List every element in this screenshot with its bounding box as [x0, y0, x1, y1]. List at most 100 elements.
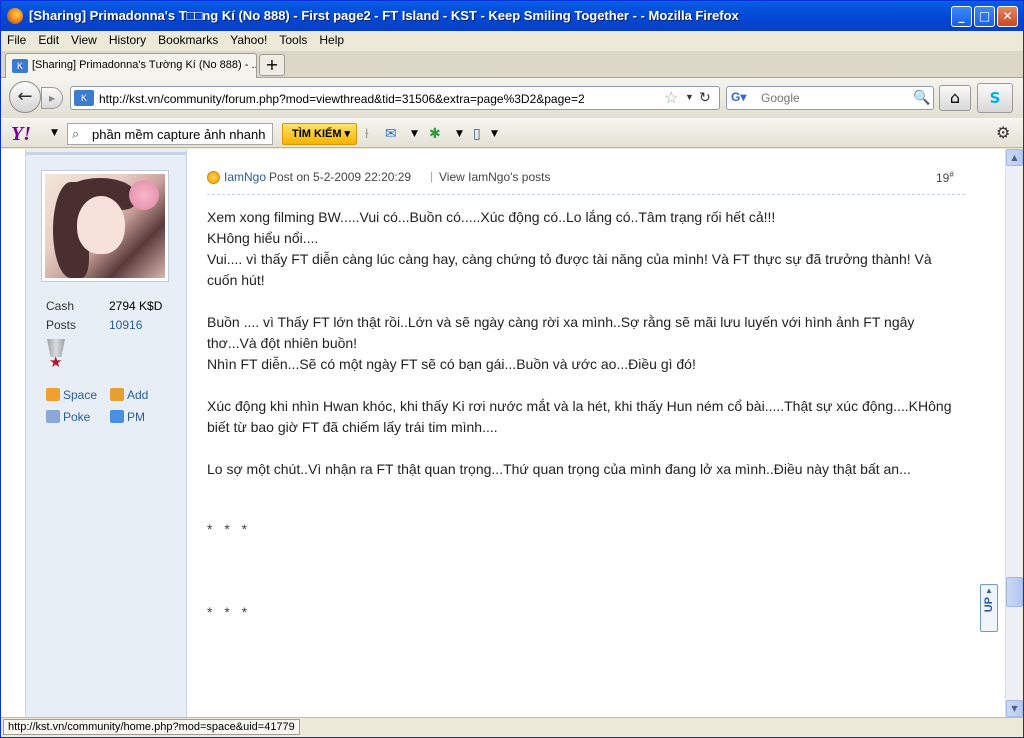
user-sidebar: Cash 2794 K$D Posts 10916 ★ Space Add Po…	[26, 149, 187, 717]
minimize-button[interactable]: _	[951, 6, 972, 27]
floor-mark: #	[949, 170, 954, 179]
add-friend-link[interactable]: Add	[110, 388, 148, 402]
up-arrow-icon: ▲	[985, 586, 993, 595]
skype-button[interactable]: S	[977, 83, 1013, 113]
yahoo-search-icon: ⌕	[72, 126, 80, 141]
space-label: Space	[63, 388, 98, 402]
mail-dropdown-icon[interactable]: ▼	[411, 124, 418, 144]
menu-bookmarks[interactable]: Bookmarks	[152, 31, 224, 47]
separator-stars-2: * * *	[207, 604, 252, 620]
menu-help[interactable]: Help	[313, 31, 350, 47]
post-line: KHông hiểu nổi....	[207, 230, 319, 246]
yahoo-toolbar: Y! ▼ ⌕ TÌM KIẾM ▾ ⟊ ✉ ▼ ✱ ▼ ▯ ▼ ⚙	[1, 118, 1023, 148]
sidebar-top-border	[26, 152, 187, 155]
reload-icon[interactable]: ↻	[699, 89, 711, 106]
tab-active[interactable]: K [Sharing] Primadonna's Tường Kí (No 88…	[5, 53, 257, 78]
menu-yahoo[interactable]: Yahoo!	[224, 31, 273, 47]
yahoo-search-button[interactable]: TÌM KIẾM ▾	[282, 123, 357, 145]
status-bar: http://kst.vn/community/home.php?mod=spa…	[1, 717, 1023, 737]
new-tab-button[interactable]: +	[259, 54, 285, 76]
address-url: http://kst.vn/community/forum.php?mod=vi…	[99, 92, 585, 106]
post-line: Xem xong filming BW.....Vui có...Buồn có…	[207, 209, 776, 225]
bookmark-star-icon[interactable]: ☆	[664, 88, 678, 108]
maximize-button[interactable]: □	[974, 6, 995, 27]
post-header: IamNgo Post on 5-2-2009 22:20:29 | View …	[207, 169, 965, 195]
vertical-scrollbar[interactable]: ▲ ▼	[1005, 149, 1023, 717]
scrollbar-thumb[interactable]	[1006, 577, 1023, 607]
site-identity-icon[interactable]: K	[74, 90, 94, 106]
browser-window: [Sharing] Primadonna's T□□ng Kí (No 888)…	[0, 0, 1024, 738]
search-bar[interactable]: G▾ 🔍	[726, 86, 934, 110]
page-content: Cash 2794 K$D Posts 10916 ★ Space Add Po…	[1, 149, 1005, 717]
home-button[interactable]: ⌂	[939, 85, 971, 111]
stat-posts-value[interactable]: 10916	[109, 318, 142, 332]
yahoo-search-box[interactable]: ⌕	[67, 123, 273, 145]
apps-dropdown-icon[interactable]: ▼	[456, 124, 463, 144]
stat-cash-label: Cash	[46, 299, 75, 313]
post-author-link[interactable]: IamNgo	[224, 170, 266, 184]
post-line: Nhìn FT diễn...Sẽ có một ngày FT sẽ có b…	[207, 356, 696, 372]
yahoo-search-button-label: TÌM KIẾM	[292, 128, 342, 140]
header-separator: |	[430, 169, 434, 183]
add-friend-icon	[110, 388, 124, 401]
menu-edit[interactable]: Edit	[32, 31, 65, 47]
title-bar: [Sharing] Primadonna's T□□ng Kí (No 888)…	[1, 1, 1023, 31]
poke-link[interactable]: Poke	[46, 410, 90, 424]
menu-history[interactable]: History	[103, 31, 152, 47]
status-url: http://kst.vn/community/home.php?mod=spa…	[3, 719, 300, 735]
site-favicon-icon: K	[12, 59, 28, 73]
up-label: UP	[983, 597, 995, 613]
bookmarks-dropdown-icon[interactable]: ▼	[491, 124, 498, 144]
yahoo-logo[interactable]: Y!	[11, 123, 31, 146]
post-line: Vui.... vì thấy FT diễn càng lúc càng ha…	[207, 251, 932, 288]
medal-icon: ★	[45, 339, 67, 373]
close-button[interactable]: ✕	[997, 6, 1018, 27]
mail-icon[interactable]: ✉	[385, 124, 397, 144]
pm-link[interactable]: PM	[110, 410, 145, 424]
post-line: Xúc động khi nhìn Hwan khóc, khi thấy Ki…	[207, 398, 952, 435]
poke-label: Poke	[63, 410, 91, 424]
apps-icon[interactable]: ✱	[429, 124, 441, 144]
scroll-up-arrow-icon[interactable]: ▲	[1006, 149, 1023, 166]
view-author-posts-link[interactable]: View IamNgo's posts	[439, 170, 550, 184]
google-engine-icon[interactable]: G▾	[731, 90, 749, 106]
stat-cash-value: 2794 K$D	[109, 299, 163, 313]
tab-label: [Sharing] Primadonna's Tường Kí (No 888)…	[32, 59, 257, 71]
avatar[interactable]	[41, 170, 169, 282]
pm-label: PM	[127, 410, 145, 424]
yahoo-menu-dropdown-icon[interactable]: ▼	[51, 128, 58, 138]
menu-bar: File Edit View History Bookmarks Yahoo! Tools H…	[1, 31, 1023, 51]
post-timestamp: Post on 5-2-2009 22:20:29	[269, 170, 412, 184]
menu-view[interactable]: View	[65, 31, 103, 47]
tab-bar: K [Sharing] Primadonna's Tường Kí (No 88…	[1, 51, 1023, 78]
yahoo-search-input[interactable]	[92, 127, 270, 142]
menu-tools[interactable]: Tools	[273, 31, 313, 47]
post-line: Lo sợ một chút..Vì nhận ra FT thật quan …	[207, 461, 911, 477]
menu-file[interactable]: File	[1, 31, 32, 47]
history-dropdown-icon[interactable]: ▼	[685, 92, 694, 102]
search-icon[interactable]: 🔍	[913, 89, 930, 106]
search-input[interactable]	[761, 91, 911, 105]
envelope-icon	[110, 410, 124, 423]
stat-posts-label: Posts	[46, 318, 77, 332]
flower-icon	[129, 180, 159, 210]
add-label: Add	[127, 388, 149, 402]
page-left-margin	[1, 149, 26, 717]
post-message: Xem xong filming BW.....Vui có...Buồn có…	[207, 207, 959, 480]
forward-button[interactable]: ▸	[41, 87, 63, 109]
post-floor-number[interactable]: 19#	[936, 170, 954, 185]
gear-icon[interactable]: ⚙	[996, 123, 1010, 142]
back-to-top-button[interactable]: ▲ UP	[980, 584, 998, 632]
firefox-icon	[7, 8, 23, 24]
back-button[interactable]: ←	[9, 81, 41, 113]
bookmarks-icon[interactable]: ▯	[473, 124, 481, 144]
floor-number: 19	[936, 171, 950, 185]
toolbar-separator-icon: ⟊	[365, 126, 369, 142]
space-link[interactable]: Space	[46, 388, 97, 402]
address-bar[interactable]: K http://kst.vn/community/forum.php?mod=…	[70, 86, 720, 110]
window-title: [Sharing] Primadonna's T□□ng Kí (No 888)…	[29, 8, 739, 23]
separator-stars-1: * * *	[207, 521, 252, 537]
scroll-down-arrow-icon[interactable]: ▼	[1006, 700, 1023, 717]
navigation-bar: ← ▸ K http://kst.vn/community/forum.php?…	[1, 78, 1023, 118]
online-status-icon	[207, 171, 220, 184]
